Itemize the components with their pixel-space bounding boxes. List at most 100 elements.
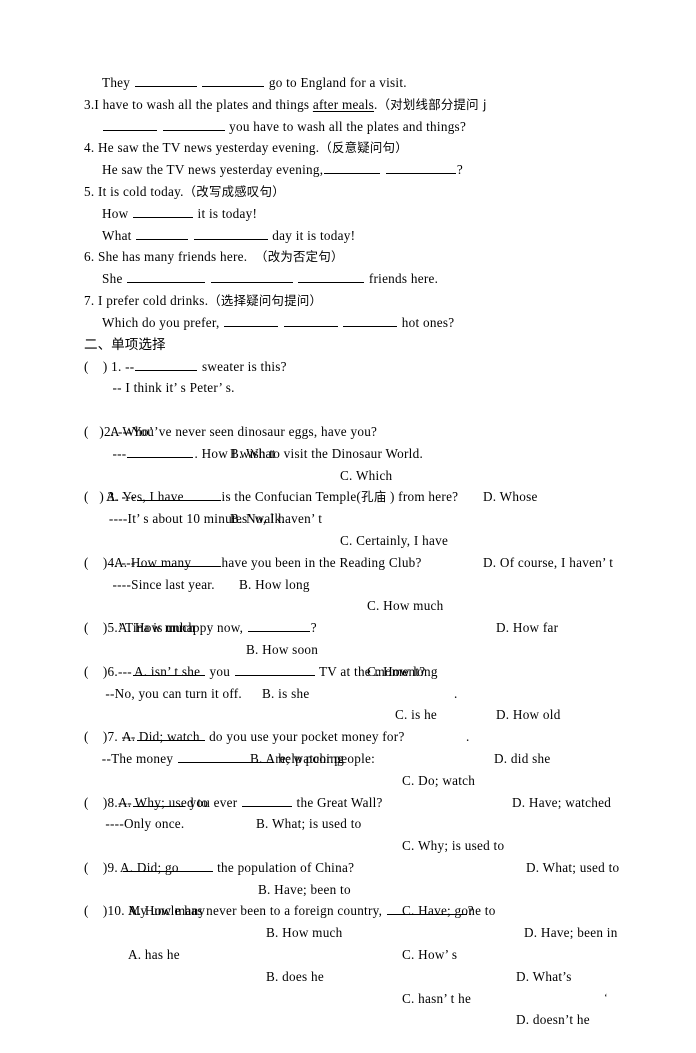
option-a[interactable]: A. Why; used to [118,792,208,814]
answer-blank[interactable] [234,663,315,676]
option-b[interactable]: B. is she [262,683,309,705]
option-a[interactable]: A. Did; watch [122,726,200,748]
answer-blank[interactable] [136,226,189,240]
answer-blank[interactable] [133,205,193,218]
answer-blank[interactable] [283,314,338,327]
exercise-line: 4. He saw the TV news yesterday evening.… [84,137,650,159]
exercise-line: They go to England for a visit. [84,72,650,94]
option-d[interactable]: D. Of course, I haven’ t [483,552,613,574]
answer-blank[interactable] [134,74,197,87]
line-text: go to England for a visit. [265,75,407,90]
line-text: -- I think it’ s Peter’ s. [84,380,235,396]
exercise-line: What day it is today! [84,225,650,247]
option-a[interactable]: A. Did; go [120,857,179,879]
option-row: A. Did; go B. Have; been to C. Have; gon… [84,835,650,940]
option-d[interactable]: D. doesn’t he [516,1009,590,1031]
answer-blank[interactable] [385,161,456,175]
answer-blank[interactable] [193,226,268,240]
option-b[interactable]: B. does he [266,966,324,988]
option-d[interactable]: D. did she [494,748,551,770]
option-a[interactable]: A. How much [118,617,195,639]
underlined-phrase: after meals [312,96,375,112]
option-row: A. How many B. How long C. How much D. H… [84,530,650,635]
option-b[interactable]: B. How long [239,574,310,596]
exercise-line: 3.I have to wash all the plates and thin… [84,94,650,116]
option-c[interactable]: C. How long [367,661,438,683]
option-d[interactable]: D. Whose [483,486,538,508]
option-a[interactable]: A. isn’ t she [134,661,200,683]
option-c[interactable]: C. Have; gone to [402,900,496,922]
option-d[interactable]: D. How far [496,617,558,639]
multiple-choice-heading: 二、单项选择 [84,336,166,353]
answer-blank[interactable] [343,314,398,327]
line-text: do you use your pocket money for? [205,729,405,745]
option-b[interactable]: B. What [230,443,276,465]
answer-blank[interactable] [247,619,310,633]
option-row: A. Why; used to B. What; is used to C. W… [84,770,650,875]
line-text: ) from here? [386,489,459,505]
line-text: 5. It is cold today. [84,183,184,199]
option-row: A. How many B. How much C. How’ s D. Wha… [84,879,650,1003]
answer-blank[interactable] [202,74,265,87]
option-row: A. has he B. does he C. hasn’ t he D. do… [84,922,650,1027]
line-text: She [102,271,127,287]
answer-blank[interactable] [241,793,292,807]
line-text: ? [456,162,464,178]
option-row: A. Yes, I have B. No, I haven’ t C. Cert… [84,465,650,569]
answer-blank[interactable] [298,270,365,284]
answer-blank[interactable] [103,117,157,131]
line-text: --No, you can turn it off. [84,685,242,701]
question-reply: ----It’ s about 10 minutes’ walk. [84,508,650,530]
chinese-instruction: （改为否定句） [250,249,344,265]
option-row: A. Did; watch B. Are; watching C. Do; wa… [84,704,650,809]
option-c[interactable]: C. hasn’ t he [402,988,471,1010]
question-reply: ---. How I wish to visit the Dinosaur Wo… [84,443,650,465]
chinese-instruction: （选择疑问句提问） [208,292,323,308]
exercise-line: She friends here. [84,268,650,290]
option-d[interactable]: D. What’s [516,966,572,988]
line-text: . How I wish to visit the Dinosaur World… [194,445,424,461]
option-a[interactable]: A Who’ [110,421,153,443]
line-text: hot ones? [398,314,455,330]
line-text: He saw the TV news yesterday evening, [102,162,324,178]
option-a[interactable]: A. has he [128,944,180,966]
option-d[interactable]: D. What; used to [526,857,619,879]
stray-period: . [454,685,458,701]
option-a[interactable]: A. How many [128,900,205,922]
exercise-line: 6. She has many friends here. （改为否定句） [84,246,650,268]
line-text: ) 1. -- [88,358,135,374]
answer-blank[interactable] [324,161,381,175]
exercise-line: How it is today! [84,203,650,225]
sentence-transformation-section: They go to England for a visit. 3.I have… [84,72,650,334]
option-b[interactable]: B. Are; watching [250,748,344,770]
multiple-choice-section: ( ) 1. -- sweater is this? -- I think it… [84,356,650,1028]
answer-blank[interactable] [127,445,194,458]
answer-blank[interactable] [135,357,198,371]
option-b[interactable]: B. No, I haven’ t [230,508,322,530]
chinese-gloss: 孔庙 [361,489,387,505]
line-text: it is today! [194,205,258,221]
stray-quote-mark: ‘ [604,991,608,1004]
line-text: They [102,75,134,90]
option-d[interactable]: D. Have; watched [512,792,611,814]
option-a[interactable]: A. How many [114,552,191,574]
answer-blank[interactable] [127,270,206,284]
line-text: 4. He saw the TV news yesterday evening. [84,140,320,156]
answer-blank[interactable] [224,314,279,327]
line-text: ? [310,620,317,636]
question-reply: ----Since last year. [84,574,650,596]
option-row: A. How much B. How soon C. How long . D.… [84,595,650,722]
question-stem: ( )2. ---You’ve never seen dinosaur eggs… [84,421,650,443]
exercise-line: you have to wash all the plates and thin… [84,116,650,138]
option-row: A. isn’ t she B. is she C. is he . D. di… [84,639,650,766]
exercise-line: 7. I prefer cold drinks.（选择疑问句提问） [84,290,650,312]
option-a[interactable]: A. Yes, I have [106,486,184,508]
option-b[interactable]: B. What; is used to [256,813,362,835]
option-row: A Who’ B. What C. Which D. Whose [84,399,650,504]
option-c[interactable]: C. How’ s [402,944,457,966]
answer-blank[interactable] [210,270,293,284]
answer-blank[interactable] [162,117,225,131]
line-text: What [102,227,136,243]
line-text: 3.I have to wash all the plates and thin… [84,96,313,112]
exercise-line: He saw the TV news yesterday evening, ? [84,159,650,181]
